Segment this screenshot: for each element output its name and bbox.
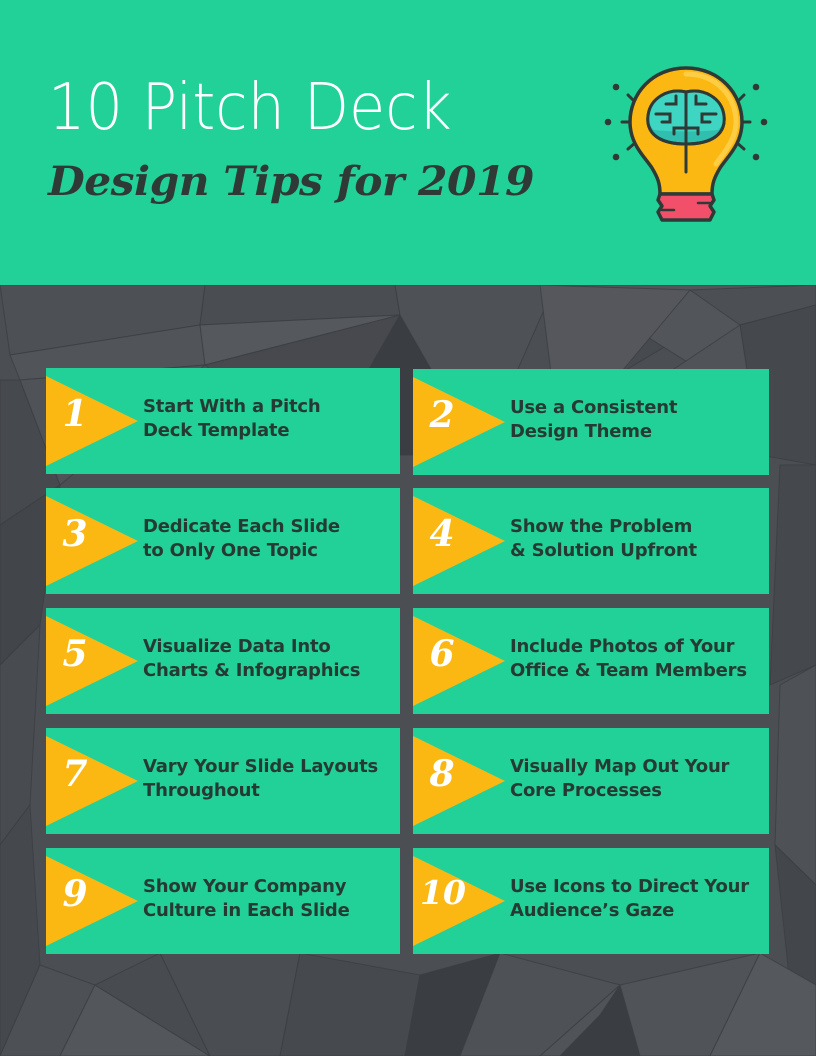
tip-card-5: 5 Visualize Data Into Charts & Infographi…: [46, 608, 400, 714]
lightbulb-brain-icon: [604, 66, 768, 222]
header-banner: 10 Pitch Deck Design Tips for 2019: [0, 0, 816, 285]
tip-number: 8: [429, 753, 455, 795]
tip-number: 6: [429, 633, 455, 675]
tip-card-1: 1 Start With a Pitch Deck Template: [46, 368, 400, 474]
tip-text: Include Photos of Your Office & Team Memb…: [510, 636, 747, 681]
tip-number: 5: [62, 633, 88, 675]
tip-card-10: 10 Use Icons to Direct Your Audience’s Ga…: [413, 848, 769, 954]
tip-number: 1: [62, 393, 88, 435]
tip-text: Show the Problem & Solution Upfront: [510, 516, 697, 561]
tip-text: Dedicate Each Slide to Only One Topic: [143, 516, 340, 561]
tip-card-3: 3 Dedicate Each Slide to Only One Topic: [46, 488, 400, 594]
tip-number: 10: [420, 873, 466, 912]
tip-text: Visually Map Out Your Core Processes: [510, 756, 730, 801]
tip-text: Use a Consistent Design Theme: [510, 397, 678, 442]
tip-number: 9: [62, 873, 88, 915]
tip-number: 2: [429, 394, 455, 436]
tip-card-8: 8 Visually Map Out Your Core Processes: [413, 728, 769, 834]
tip-text: Visualize Data Into Charts & Infographics: [143, 636, 361, 681]
tip-card-7: 7 Vary Your Slide Layouts Throughout: [46, 728, 400, 834]
tip-card-6: 6 Include Photos of Your Office & Team Me…: [413, 608, 769, 714]
tip-card-2: 2 Use a Consistent Design Theme: [413, 369, 769, 475]
tip-number: 4: [429, 513, 455, 555]
tip-text: Vary Your Slide Layouts Throughout: [143, 756, 379, 801]
tip-text: Use Icons to Direct Your Audience’s Gaze: [510, 876, 749, 921]
tip-number: 3: [62, 513, 88, 555]
tip-text: Show Your Company Culture in Each Slide: [143, 876, 350, 921]
title-main: 10 Pitch Deck: [48, 71, 452, 145]
title-subtitle: Design Tips for 2019: [48, 158, 534, 205]
tip-card-4: 4 Show the Problem & Solution Upfront: [413, 488, 769, 594]
tip-card-9: 9 Show Your Company Culture in Each Slide: [46, 848, 400, 954]
tip-text: Start With a Pitch Deck Template: [143, 396, 321, 441]
tip-number: 7: [62, 753, 88, 795]
